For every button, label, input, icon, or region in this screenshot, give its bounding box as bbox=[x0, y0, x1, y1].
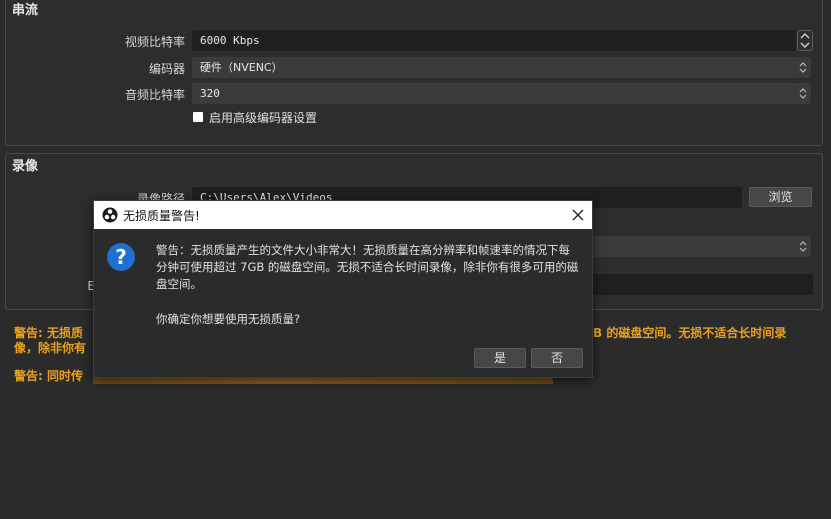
browse-button[interactable]: 浏览 bbox=[749, 187, 812, 207]
recording-row4-input[interactable] bbox=[592, 274, 813, 295]
advanced-encoder-checkbox[interactable] bbox=[193, 112, 203, 122]
recording-title: 录像 bbox=[12, 159, 39, 174]
warning-lossless-left-line1: 警告: 无损质 bbox=[14, 326, 83, 340]
audio-bitrate-dropdown-arrows[interactable] bbox=[795, 83, 811, 104]
recording-format-select[interactable] bbox=[592, 236, 796, 257]
chevron-updown-icon bbox=[799, 88, 807, 99]
audio-bitrate-label: 音频比特率 bbox=[124, 88, 185, 102]
svg-text:?: ? bbox=[115, 245, 127, 269]
dialog-title: 无损质量警告! bbox=[123, 209, 200, 223]
spinner-arrows-icon bbox=[800, 33, 810, 48]
obs-logo-icon bbox=[102, 207, 118, 223]
warning-lossless-left-line2: 像，除非你有 bbox=[14, 341, 87, 355]
recording-row4-label: E bbox=[87, 279, 95, 293]
video-bitrate-input[interactable]: 6000 Kbps bbox=[192, 30, 796, 51]
advanced-encoder-label: 启用高级编码器设置 bbox=[209, 111, 318, 125]
warning-lossless-right-line1: B 的磁盘空间。无损不适合长时间录 bbox=[593, 326, 787, 340]
chevron-updown-icon bbox=[799, 241, 807, 252]
question-icon: ? bbox=[107, 243, 135, 271]
encoder-dropdown-arrows[interactable] bbox=[795, 57, 811, 78]
video-bitrate-label: 视频比特率 bbox=[124, 35, 185, 49]
streaming-title: 串流 bbox=[12, 3, 39, 18]
dialog-question: 你确定你想要使用无损质量? bbox=[156, 312, 301, 326]
audio-bitrate-select[interactable]: 320 bbox=[192, 83, 796, 104]
no-button[interactable]: 否 bbox=[531, 348, 583, 368]
video-bitrate-spinner[interactable] bbox=[797, 30, 813, 51]
chevron-updown-icon bbox=[799, 62, 807, 73]
dialog-message: 警告：无损质量产生的文件大小非常大！无损质量在高分辨率和帧速率的情况下每分钟可使… bbox=[156, 243, 579, 291]
recording-format-dropdown-arrows[interactable] bbox=[795, 236, 811, 257]
encoder-label: 编码器 bbox=[148, 62, 185, 76]
warning-simultaneous-left: 警告: 同时传 bbox=[14, 369, 83, 383]
yes-button[interactable]: 是 bbox=[474, 348, 526, 368]
dialog-titlebar[interactable]: 无损质量警告! bbox=[94, 201, 592, 229]
close-icon[interactable] bbox=[572, 209, 584, 221]
encoder-select[interactable]: 硬件（NVENC） bbox=[192, 57, 796, 78]
lossless-warning-dialog: 无损质量警告! ? 警告：无损质量产生的文件大小非常大！无损质量在高分辨率和帧速… bbox=[93, 200, 593, 378]
